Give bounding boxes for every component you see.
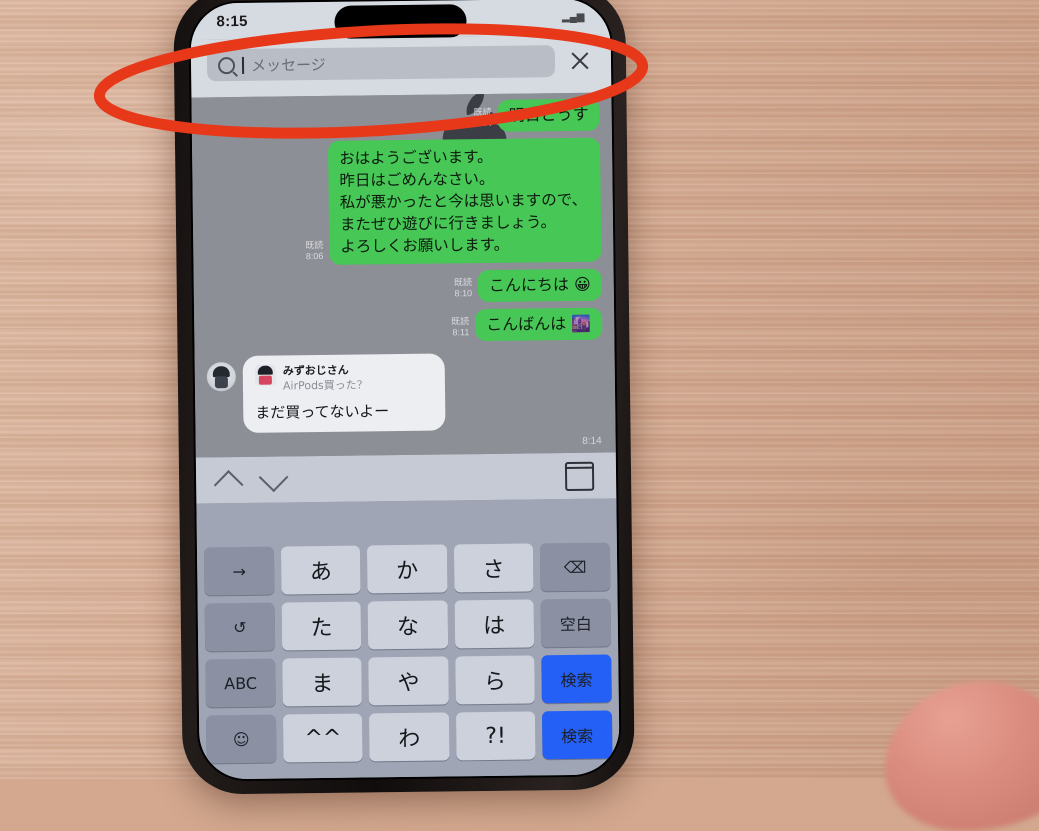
search-key-tall[interactable]: 検索 (541, 710, 613, 760)
prediction-strip (203, 498, 610, 547)
message-row[interactable]: 既読 8:11 こんばんは 🌆 (206, 307, 603, 345)
reply-time: 8:14 (582, 435, 602, 447)
dakuten-key[interactable]: ^^ (282, 713, 363, 763)
read-receipt: 既読 8:06 (293, 240, 323, 265)
message-bubble[interactable]: 明日どうす (497, 98, 600, 132)
keyboard-row: ☺ ^^ わ?! 検索 (205, 710, 613, 764)
message-bubble[interactable]: こんばんは 🌆 (475, 307, 603, 342)
status-bar: 8:15 ▂▄▆ (190, 0, 611, 40)
read-label: 既読 (305, 239, 324, 251)
status-time: 8:15 (216, 12, 248, 30)
chevron-down-icon[interactable] (258, 461, 289, 492)
phone-bezel: 8:15 ▂▄▆ メッセージ 既読 8:04 明日どうす 既読 8:06 おはよ… (188, 0, 622, 782)
iphone-device: 8:15 ▂▄▆ メッセージ 既読 8:04 明日どうす 既読 8:06 おはよ… (173, 0, 635, 795)
message-time: 8:06 (305, 250, 324, 262)
status-indicators: ▂▄▆ (562, 11, 585, 22)
dynamic-island (334, 4, 467, 39)
search-icon (217, 56, 236, 74)
japanese-keyboard[interactable]: → あかさ ⌫ ↺ たなは空白 ABC まやら検索 ☺ ^^ わ?! 検索 (196, 498, 620, 780)
keyboard-toolbar (195, 452, 617, 504)
undo-key[interactable]: ↺ (204, 602, 276, 652)
chat-thread[interactable]: 既読 8:04 明日どうす 既読 8:06 おはようございます。 昨日はごめんな… (191, 92, 616, 458)
search-input[interactable]: メッセージ (206, 45, 556, 82)
punctuation-key[interactable]: ?! (455, 711, 536, 761)
nav-arrows (213, 461, 289, 500)
message-time: 8:04 (474, 117, 492, 129)
chevron-up-icon[interactable] (213, 469, 244, 500)
text-caret (241, 56, 245, 74)
message-time: 8:10 (454, 288, 473, 299)
reply-text: まだ買ってないよー (255, 402, 390, 422)
message-bubble[interactable]: こんにちは 😀 (477, 268, 602, 303)
quote-text: AirPods買った？ (282, 378, 368, 393)
calendar-icon[interactable] (564, 461, 595, 491)
kana-ya-key[interactable]: や (368, 656, 449, 706)
cursor-right-key[interactable]: → (203, 546, 275, 596)
reply-message-row[interactable]: みずおじさん AirPods買った？ まだ買ってないよー 8:14 (206, 352, 604, 447)
quote-sender-name: みずおじさん (282, 363, 349, 378)
read-label: 既読 (473, 106, 492, 118)
message-time: 8:11 (452, 327, 470, 338)
kana-na-key[interactable]: な (367, 600, 448, 650)
contact-avatar-icon (254, 364, 276, 386)
search-key[interactable]: 検索 (541, 654, 612, 704)
reply-bubble[interactable]: みずおじさん AirPods買った？ まだ買ってないよー (242, 353, 446, 433)
kana-ta-key[interactable]: た (281, 601, 362, 651)
emoji-key[interactable]: ☺ (205, 714, 277, 764)
search-bar: メッセージ (190, 34, 612, 98)
kana-wa-key[interactable]: わ (369, 712, 450, 762)
message-row[interactable]: 既読 8:06 おはようございます。 昨日はごめんなさい。 私が悪かったと今は思… (204, 137, 602, 267)
read-receipt: 既読 8:04 (462, 107, 492, 132)
read-receipt: 既読 8:10 (442, 277, 472, 302)
keyboard-row: ABC まやら検索 (205, 654, 612, 708)
keyboard-rows: → あかさ ⌫ ↺ たなは空白 ABC まやら検索 ☺ ^^ わ?! 検索 (203, 542, 613, 764)
avatar (206, 362, 237, 392)
read-receipt: 既読 8:11 (439, 316, 469, 341)
message-row[interactable]: 既読 8:04 明日どうす (203, 98, 600, 136)
kana-ra-key[interactable]: ら (454, 655, 535, 705)
backspace-key[interactable]: ⌫ (539, 542, 611, 592)
keyboard-row: → あかさ ⌫ (203, 542, 611, 596)
message-bubble[interactable]: おはようございます。 昨日はごめんなさい。 私が悪かったと今は思いますので、また… (327, 137, 602, 265)
read-label: 既読 (451, 316, 470, 327)
kana-ka-key[interactable]: か (367, 544, 448, 594)
close-icon[interactable] (565, 46, 595, 76)
signal-icon: ▂▄▆ (561, 11, 585, 23)
kana-sa-key[interactable]: さ (453, 543, 534, 593)
quoted-message[interactable]: みずおじさん AirPods買った？ (254, 363, 433, 394)
message-row[interactable]: 既読 8:10 こんにちは 😀 (206, 268, 602, 306)
kana-ma-key[interactable]: ま (282, 657, 363, 707)
space-key[interactable]: 空白 (540, 598, 612, 648)
read-label: 既読 (453, 277, 472, 288)
keyboard-row: ↺ たなは空白 (204, 598, 612, 652)
search-placeholder: メッセージ (250, 56, 326, 75)
kana-ha-key[interactable]: は (454, 599, 535, 649)
phone-screen: 8:15 ▂▄▆ メッセージ 既読 8:04 明日どうす 既読 8:06 おはよ… (190, 0, 620, 780)
kana-a-key[interactable]: あ (280, 545, 361, 595)
abc-key[interactable]: ABC (205, 658, 276, 708)
